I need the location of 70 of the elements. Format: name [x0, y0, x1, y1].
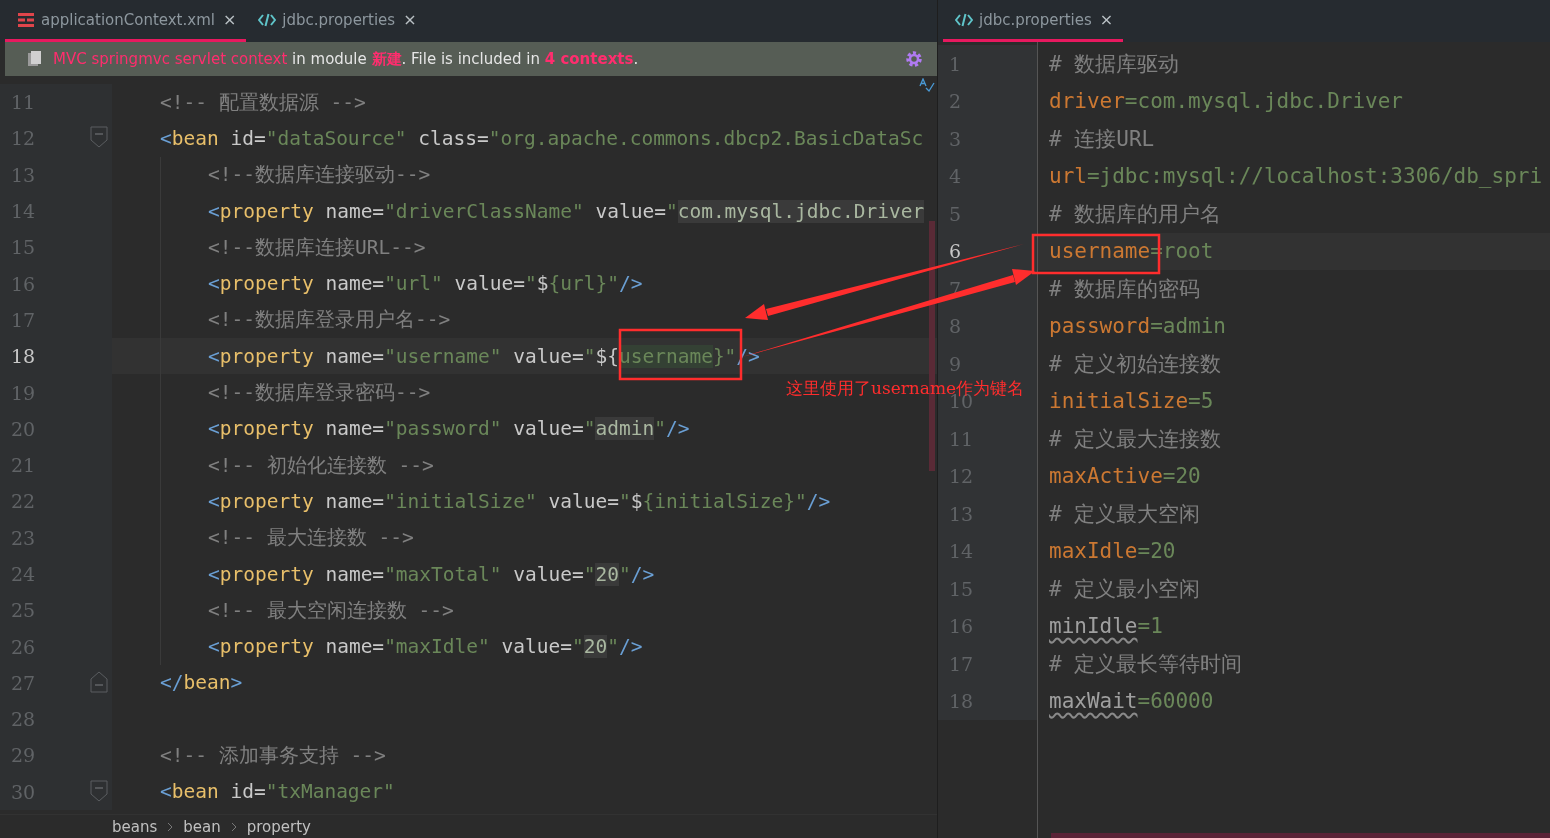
code-line: <!-- 最大空闲连接数 -->	[208, 597, 454, 624]
code-line: <!-- 配置数据源 -->	[160, 89, 366, 116]
code-line: <property name="initialSize" value="${initialSize}"/>	[208, 489, 831, 513]
code-line: <!-- 最大连接数 -->	[208, 525, 414, 552]
property-key: minIdle	[1049, 614, 1138, 639]
chevron-icon	[230, 821, 237, 832]
comment-line: # 数据库的密码	[1049, 276, 1201, 301]
code-line: </bean>	[160, 671, 243, 695]
xml-file-icon	[17, 11, 35, 28]
property-value: =jdbc:mysql://localhost:3306/db_spri	[1086, 164, 1543, 189]
property-value: =20	[1137, 539, 1176, 564]
property-key: maxIdle	[1049, 539, 1138, 564]
property-value: =admin	[1150, 314, 1226, 339]
code-line: <property name="maxIdle" value="20"/>	[208, 635, 643, 659]
property-value: =60000	[1137, 689, 1214, 714]
comment-line: # 数据库驱动	[1049, 51, 1180, 76]
comment-line: # 定义最小空闲	[1049, 576, 1201, 601]
editor-tab[interactable]: jdbc.properties ×	[246, 0, 427, 42]
property-key: username	[1049, 239, 1151, 264]
close-icon[interactable]: ×	[222, 10, 237, 29]
tab-label: applicationContext.xml	[41, 10, 215, 29]
property-value: =com.mysql.jdbc.Driver	[1124, 89, 1403, 114]
code-line: <!-- 初始化连接数 -->	[208, 452, 434, 479]
files-icon	[27, 50, 43, 68]
property-key: initialSize	[1049, 389, 1189, 414]
code-line: <!--数据库登录密码-->	[208, 380, 431, 406]
breadcrumb-item[interactable]: bean	[183, 817, 221, 836]
property-key: maxWait	[1049, 689, 1138, 714]
code-line: <bean id="dataSource" class="org.apache.commons.dbcp2.BasicDataSc	[160, 126, 924, 150]
fold-icon[interactable]	[90, 670, 108, 693]
comment-line: # 定义初始连接数	[1049, 351, 1222, 376]
scrollbar[interactable]	[1051, 833, 1550, 838]
code-line: <!--数据库连接URL-->	[208, 234, 426, 261]
property-value: root	[1162, 239, 1214, 264]
spellcheck-icon[interactable]	[919, 78, 935, 92]
close-icon[interactable]: ×	[1099, 10, 1114, 29]
banner-message: MVC springmvc servlet context in module 新建. File is included in 4 contexts.	[53, 49, 639, 69]
line-number: 18	[10, 345, 36, 368]
property-value: =20	[1162, 464, 1201, 489]
code-line: <!-- 添加事务支持 -->	[160, 743, 386, 769]
code-file-icon	[955, 12, 973, 27]
tab-label: jdbc.properties	[282, 10, 396, 29]
comment-line: # 定义最大连接数	[1049, 426, 1222, 451]
comment-line: # 定义最长等待时间	[1049, 651, 1243, 676]
property-value: =1	[1137, 614, 1163, 639]
property-key: url	[1049, 164, 1087, 189]
breadcrumb-item[interactable]: beans	[112, 817, 158, 836]
code-line: <property name="url" value="${url}"/>	[208, 272, 643, 296]
fold-icon[interactable]	[90, 126, 108, 149]
comment-line: # 定义最大空闲	[1049, 501, 1201, 526]
comment-line: # 连接URL	[1049, 126, 1155, 151]
code-line: <!--数据库登录用户名-->	[208, 307, 451, 334]
comment-line: # 数据库的用户名	[1049, 201, 1222, 226]
code-line: <bean id="txManager"	[160, 780, 395, 804]
tab-label: jdbc.properties	[979, 10, 1092, 29]
property-key: maxActive	[1049, 464, 1163, 489]
property-value: =5	[1188, 389, 1214, 414]
chevron-icon	[167, 821, 174, 832]
code-line: <property name="driverClassName" value="com.mysql.jdbc.Driver	[208, 199, 925, 223]
property-key: driver	[1049, 89, 1125, 114]
property-key: password	[1049, 314, 1151, 339]
code-line: <property name="maxTotal" value="20"/>	[208, 562, 655, 586]
code-line: <!--数据库连接驱动-->	[208, 162, 431, 189]
settings-icon[interactable]	[905, 50, 923, 68]
code-file-icon	[258, 12, 277, 27]
breadcrumb-item[interactable]: property	[246, 817, 311, 836]
code-line: <property name="password" value="admin"/>	[208, 417, 690, 441]
line-number: 6	[948, 240, 962, 263]
fold-icon[interactable]	[90, 779, 108, 802]
close-icon[interactable]: ×	[403, 10, 417, 29]
